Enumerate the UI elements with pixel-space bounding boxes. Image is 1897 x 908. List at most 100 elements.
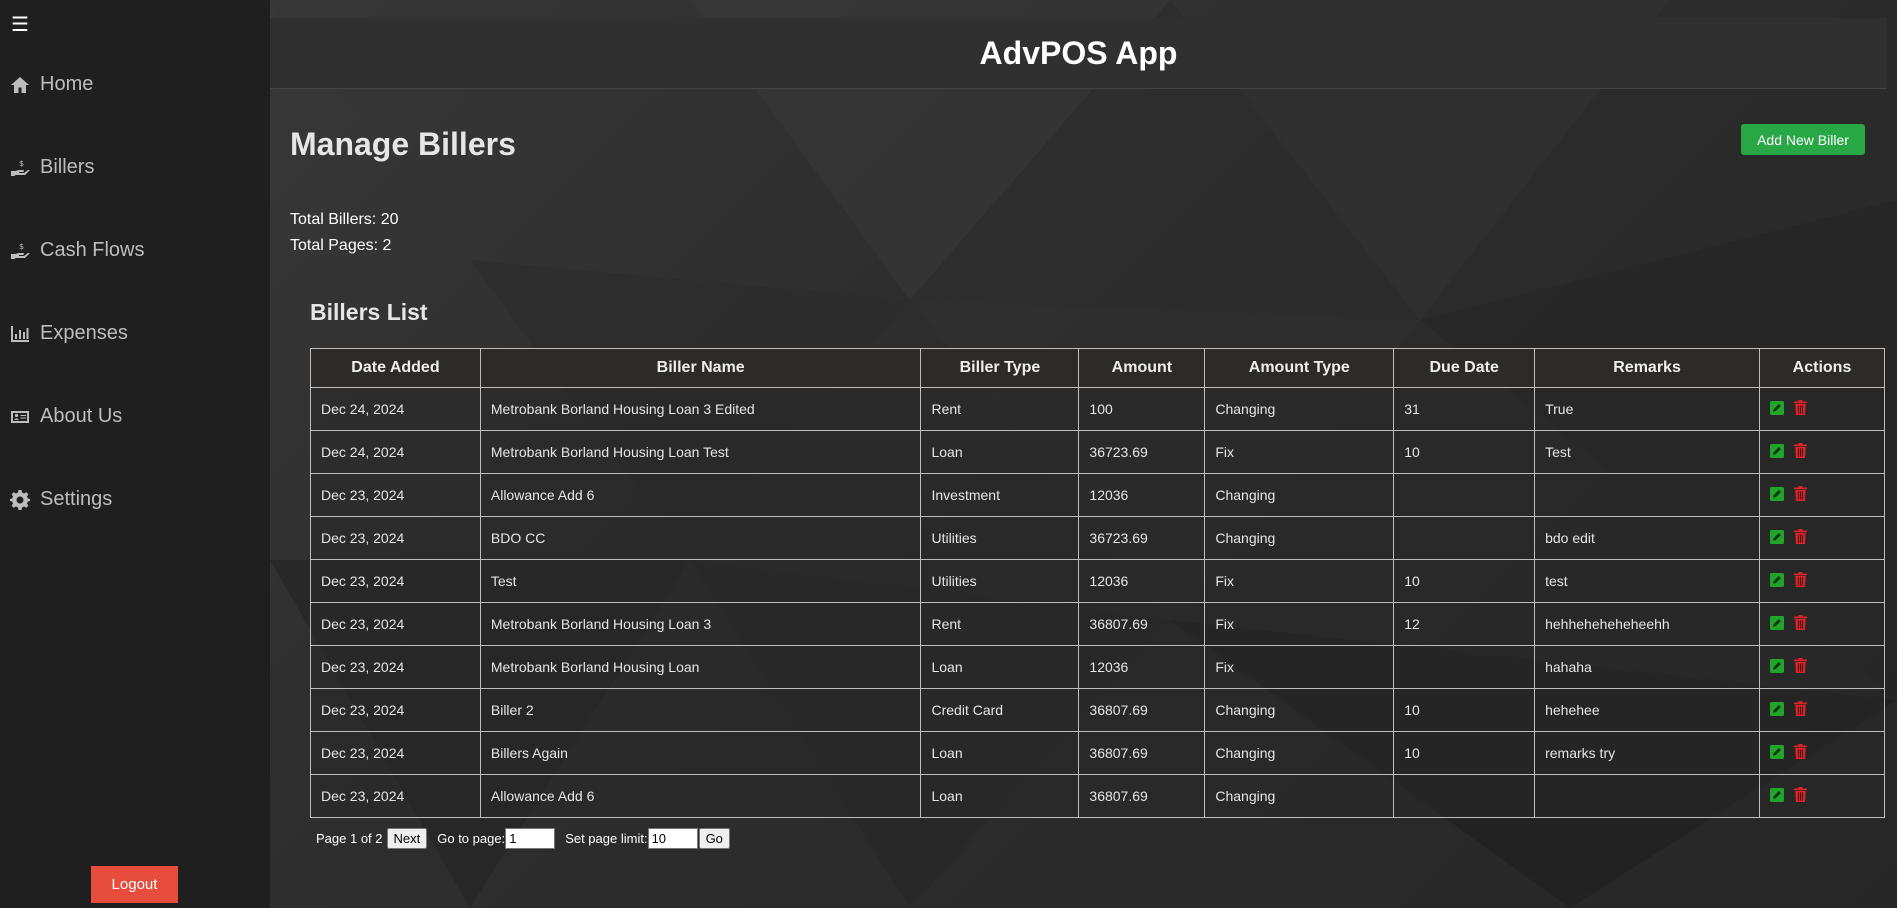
table-cell: Allowance Add 6 xyxy=(479,774,922,818)
pagination: Page 1 of 2 Next Go to page: Set page li… xyxy=(316,828,730,849)
sidebar-item-expenses[interactable]: Expenses xyxy=(9,322,128,345)
home-icon xyxy=(9,74,31,96)
goto-page-label: Go to page: xyxy=(437,831,506,846)
column-header: Biller Type xyxy=(920,348,1080,388)
table-cell: 36807.69 xyxy=(1078,602,1206,646)
sidebar-item-label: Settings xyxy=(40,488,113,510)
edit-icon[interactable] xyxy=(1770,486,1785,501)
table-cell: Credit Card xyxy=(920,688,1080,732)
edit-icon[interactable] xyxy=(1770,787,1785,802)
delete-icon[interactable] xyxy=(1794,486,1808,502)
delete-icon[interactable] xyxy=(1794,400,1808,416)
bar-chart-icon xyxy=(9,323,31,345)
next-page-button[interactable]: Next xyxy=(386,828,428,849)
add-new-biller-button[interactable]: Add New Biller xyxy=(1741,124,1865,155)
table-cell: Metrobank Borland Housing Loan 3 Edited xyxy=(479,387,922,431)
edit-icon[interactable] xyxy=(1770,701,1785,716)
billers-table: Date Added Biller Name Biller Type Amount Am… xyxy=(310,348,1885,818)
edit-icon[interactable] xyxy=(1770,443,1785,458)
svg-text:$: $ xyxy=(19,159,24,168)
table-cell: Rent xyxy=(920,387,1080,431)
delete-icon[interactable] xyxy=(1794,744,1808,760)
delete-icon[interactable] xyxy=(1794,529,1808,545)
table-cell: Utilities xyxy=(920,516,1080,560)
column-header: Date Added xyxy=(310,348,481,388)
go-button[interactable]: Go xyxy=(698,828,730,849)
table-cell: remarks try xyxy=(1534,731,1761,775)
table-cell: Changing xyxy=(1204,731,1395,775)
table-cell: BDO CC xyxy=(479,516,922,560)
delete-icon[interactable] xyxy=(1794,701,1808,717)
delete-icon[interactable] xyxy=(1794,787,1808,803)
table-cell xyxy=(1393,473,1536,517)
sidebar-item-label: About Us xyxy=(40,405,123,427)
actions-cell xyxy=(1759,774,1885,818)
sidebar: ☰ Home $ Billers $ Cash Flows Expenses A… xyxy=(0,0,270,908)
table-cell: 12036 xyxy=(1078,645,1206,689)
sidebar-item-billers[interactable]: $ Billers xyxy=(9,156,94,179)
table-cell: 10 xyxy=(1393,430,1536,474)
sidebar-item-home[interactable]: Home xyxy=(9,73,93,96)
table-cell xyxy=(1393,645,1536,689)
total-pages: Total Pages: 2 xyxy=(290,237,392,254)
main-content: AdvPOS App Manage Billers Add New Biller… xyxy=(270,0,1897,908)
delete-icon[interactable] xyxy=(1794,443,1808,459)
sidebar-item-settings[interactable]: Settings xyxy=(9,488,112,511)
sidebar-item-cash-flows[interactable]: $ Cash Flows xyxy=(9,239,144,262)
table-cell: test xyxy=(1534,559,1761,603)
menu-toggle-icon[interactable]: ☰ xyxy=(11,14,29,36)
edit-icon[interactable] xyxy=(1770,572,1785,587)
table-cell: 31 xyxy=(1393,387,1536,431)
table-cell: Metrobank Borland Housing Loan Test xyxy=(479,430,922,474)
table-cell: 36807.69 xyxy=(1078,731,1206,775)
table-header-row: Date Added Biller Name Biller Type Amount Am… xyxy=(310,348,1885,388)
edit-icon[interactable] xyxy=(1770,658,1785,673)
table-cell: Metrobank Borland Housing Loan 3 xyxy=(479,602,922,646)
table-cell: Fix xyxy=(1204,559,1395,603)
app-title: AdvPOS App xyxy=(979,34,1178,71)
page-limit-input[interactable] xyxy=(647,828,698,849)
column-header: Amount Type xyxy=(1204,348,1395,388)
column-header: Remarks xyxy=(1534,348,1761,388)
table-cell: Biller 2 xyxy=(479,688,922,732)
table-cell: Allowance Add 6 xyxy=(479,473,922,517)
table-cell: 12036 xyxy=(1078,473,1206,517)
table-cell: 10 xyxy=(1393,688,1536,732)
stats: Total Billers: 20 Total Pages: 2 xyxy=(290,207,399,259)
edit-icon[interactable] xyxy=(1770,400,1785,415)
table-row: Dec 23, 2024 Test Utilities 12036 Fix 10 test xyxy=(310,559,1885,603)
page-info: Page 1 of 2 xyxy=(316,831,383,846)
actions-cell xyxy=(1759,473,1885,517)
actions-cell xyxy=(1759,559,1885,603)
table-cell: Changing xyxy=(1204,387,1395,431)
table-cell: Loan xyxy=(920,645,1080,689)
sidebar-item-label: Expenses xyxy=(40,322,128,344)
delete-icon[interactable] xyxy=(1794,615,1808,631)
billers-list-title: Billers List xyxy=(310,299,428,325)
table-cell: Loan xyxy=(920,430,1080,474)
table-cell: 36807.69 xyxy=(1078,688,1206,732)
table-cell: hehheheheheheehh xyxy=(1534,602,1761,646)
table-cell: Changing xyxy=(1204,516,1395,560)
gear-icon xyxy=(9,489,31,511)
table-cell: Dec 23, 2024 xyxy=(310,559,481,603)
edit-icon[interactable] xyxy=(1770,744,1785,759)
column-header: Due Date xyxy=(1393,348,1536,388)
table-cell: Dec 23, 2024 xyxy=(310,473,481,517)
table-cell: Dec 24, 2024 xyxy=(310,430,481,474)
column-header: Biller Name xyxy=(479,348,922,388)
actions-cell xyxy=(1759,645,1885,689)
goto-page-input[interactable] xyxy=(505,828,556,849)
table-cell: Fix xyxy=(1204,430,1395,474)
table-cell: Changing xyxy=(1204,688,1395,732)
table-cell: Changing xyxy=(1204,473,1395,517)
logout-button[interactable]: Logout xyxy=(91,866,178,903)
edit-icon[interactable] xyxy=(1770,529,1785,544)
table-cell xyxy=(1534,473,1761,517)
page-title: Manage Billers xyxy=(290,126,516,162)
page-limit-label: Set page limit: xyxy=(565,831,648,846)
sidebar-item-about-us[interactable]: About Us xyxy=(9,405,122,428)
edit-icon[interactable] xyxy=(1770,615,1785,630)
delete-icon[interactable] xyxy=(1794,572,1808,588)
delete-icon[interactable] xyxy=(1794,658,1808,674)
